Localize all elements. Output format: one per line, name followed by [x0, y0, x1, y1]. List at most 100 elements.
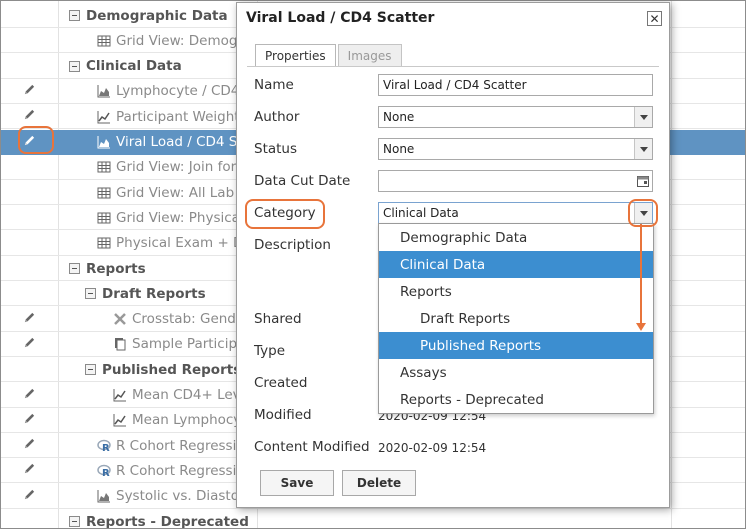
- tab-divider: [247, 66, 659, 67]
- category-option[interactable]: Reports: [379, 278, 653, 305]
- category-name: Reports: [86, 260, 146, 277]
- edit-cell: [1, 408, 58, 433]
- category-dropdown-list: Demographic Data Clinical Data Reports Draf…: [378, 223, 654, 414]
- tree-node: Grid View: All Lab R: [97, 180, 248, 205]
- tree-node: Draft Reports: [85, 281, 206, 306]
- tree-node: RR Cohort Regressio...: [97, 433, 257, 458]
- edit-cell: [1, 509, 58, 528]
- tree-node: Grid View: Demogra: [97, 28, 251, 53]
- report-name[interactable]: Mean Lymphocyt: [132, 412, 247, 428]
- report-name[interactable]: Crosstab: Gende: [132, 311, 244, 327]
- chevron-down-icon[interactable]: [634, 107, 652, 127]
- pencil-icon[interactable]: [23, 83, 36, 100]
- edit-cell: [1, 3, 58, 28]
- description-label: Description: [254, 237, 331, 253]
- line-chart-icon: [113, 388, 127, 402]
- category-option[interactable]: Published Reports: [379, 332, 653, 359]
- chevron-down-icon[interactable]: [634, 139, 652, 159]
- pencil-icon[interactable]: [23, 412, 36, 429]
- tree-category-row[interactable]: Reports - Deprecated: [1, 509, 745, 529]
- edit-cell: [1, 205, 58, 230]
- status-select-value: None: [383, 142, 415, 156]
- grid-icon: [97, 160, 111, 174]
- report-name[interactable]: Mean CD4+ Leve: [132, 387, 249, 403]
- type-label: Type: [254, 343, 286, 359]
- edit-cell: [1, 155, 58, 180]
- category-name: Clinical Data: [86, 58, 182, 75]
- pencil-icon[interactable]: [23, 488, 36, 505]
- close-icon[interactable]: ✕: [647, 11, 662, 26]
- area-chart-icon: [97, 135, 111, 149]
- collapse-toggle-icon[interactable]: [69, 60, 80, 72]
- tree-node: Crosstab: Gende: [113, 307, 244, 332]
- collapse-toggle-icon[interactable]: [85, 364, 96, 376]
- category-option[interactable]: Draft Reports: [379, 305, 653, 332]
- pencil-icon[interactable]: [23, 134, 36, 151]
- r-icon: R: [97, 439, 111, 454]
- delete-button[interactable]: Delete: [342, 470, 416, 496]
- tab-properties[interactable]: Properties: [255, 44, 336, 66]
- area-chart-icon: [97, 84, 111, 98]
- collapse-toggle-icon[interactable]: [69, 263, 80, 274]
- category-option[interactable]: Demographic Data: [379, 224, 653, 251]
- tree-node: Physical Exam + De: [97, 231, 252, 256]
- pencil-icon[interactable]: [23, 387, 36, 404]
- report-name[interactable]: Sample Participa: [132, 336, 245, 352]
- pencil-icon[interactable]: [23, 462, 36, 479]
- report-name[interactable]: Grid View: Join for ...: [116, 159, 253, 175]
- content-modified-label: Content Modified: [254, 439, 370, 455]
- chevron-down-icon[interactable]: [634, 203, 652, 223]
- tab-images[interactable]: Images: [337, 44, 402, 66]
- document-icon: [113, 337, 127, 351]
- annotation-arrow-line: [640, 224, 642, 324]
- report-name[interactable]: Grid View: All Lab R: [116, 185, 248, 201]
- edit-cell: [1, 383, 58, 408]
- save-button[interactable]: Save: [260, 470, 334, 496]
- pencil-icon[interactable]: [23, 437, 36, 454]
- author-label: Author: [254, 109, 300, 125]
- tree-node: Published Reports: [85, 357, 241, 382]
- category-name: Reports - Deprecated: [86, 513, 249, 529]
- report-name[interactable]: Viral Load / CD4 Sc: [116, 134, 245, 150]
- report-name[interactable]: Participant Weight: [116, 109, 240, 125]
- edit-cell: [1, 54, 58, 79]
- category-select-value: Clinical Data: [383, 206, 459, 220]
- shared-label: Shared: [254, 311, 302, 327]
- calendar-icon[interactable]: [635, 172, 651, 190]
- report-name[interactable]: Physical Exam + De: [116, 235, 252, 251]
- tree-node: Grid View: Join for ...: [97, 155, 253, 180]
- edit-cell: [1, 104, 58, 129]
- tree-node: Lymphocyte / CD4 ...: [97, 79, 257, 104]
- status-select[interactable]: None: [378, 138, 653, 160]
- category-select[interactable]: Clinical Data: [378, 202, 653, 224]
- tree-node: Demographic Data: [69, 3, 228, 28]
- category-option[interactable]: Assays: [379, 359, 653, 386]
- collapse-toggle-icon[interactable]: [69, 10, 80, 21]
- line-chart-icon: [97, 110, 111, 124]
- pencil-icon[interactable]: [23, 311, 36, 328]
- pencil-icon[interactable]: [23, 108, 36, 125]
- edit-cell: [1, 231, 58, 256]
- name-input[interactable]: Viral Load / CD4 Scatter: [378, 74, 653, 96]
- edit-cell: [1, 28, 58, 53]
- report-name[interactable]: Grid View: Physical: [116, 210, 244, 226]
- author-select[interactable]: None: [378, 106, 653, 128]
- collapse-toggle-icon[interactable]: [69, 516, 80, 527]
- category-option[interactable]: Clinical Data: [379, 251, 653, 278]
- collapse-toggle-icon[interactable]: [85, 288, 96, 300]
- crosstab-icon: [113, 312, 127, 326]
- grid-icon: [97, 186, 111, 200]
- category-option[interactable]: Reports - Deprecated: [379, 386, 653, 413]
- report-name[interactable]: Grid View: Demogra: [116, 33, 251, 49]
- pencil-icon[interactable]: [23, 336, 36, 353]
- edit-cell: [1, 281, 58, 306]
- edit-cell: [1, 180, 58, 205]
- tree-node: Viral Load / CD4 Sc: [97, 130, 245, 155]
- data-cut-date-input[interactable]: [378, 170, 653, 192]
- dialog-tabs: Properties Images: [255, 44, 404, 66]
- tree-node: Mean CD4+ Leve: [113, 383, 249, 408]
- created-label: Created: [254, 375, 308, 391]
- data-cut-date-label: Data Cut Date: [254, 173, 351, 189]
- svg-text:R: R: [102, 468, 110, 478]
- tree-node: Clinical Data: [69, 54, 182, 79]
